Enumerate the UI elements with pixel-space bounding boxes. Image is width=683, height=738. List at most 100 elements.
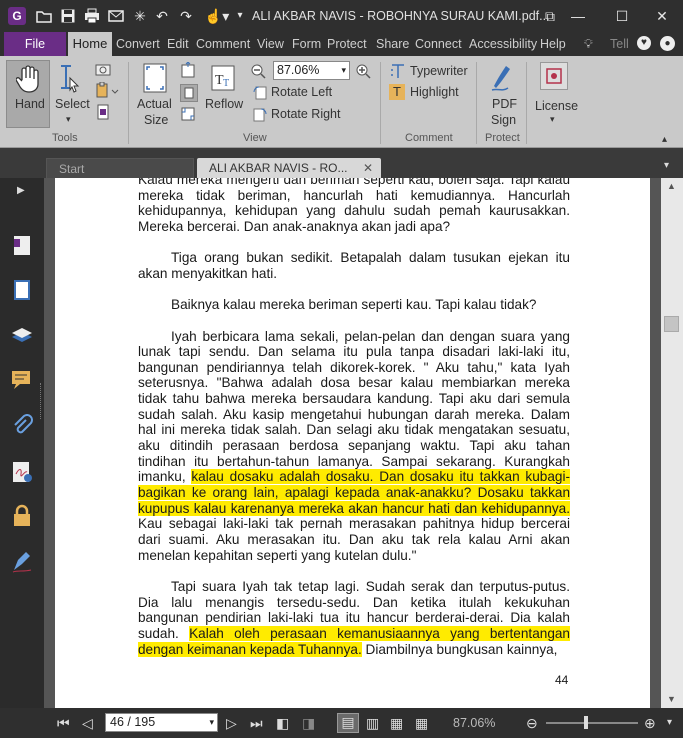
page-dropdown-icon[interactable]: ▾ bbox=[209, 714, 214, 731]
zoom-out-icon[interactable] bbox=[250, 63, 266, 79]
comments-icon[interactable] bbox=[10, 368, 34, 392]
menu-convert[interactable]: Convert bbox=[116, 37, 160, 51]
clipboard-icon[interactable] bbox=[95, 81, 119, 98]
pdf-sign-label-1[interactable]: PDF bbox=[492, 97, 517, 111]
document-view[interactable]: Kalau mereka mengerti dan beriman sepert… bbox=[44, 178, 661, 708]
zoom-slider-track[interactable] bbox=[546, 722, 638, 724]
fit-visible-icon[interactable] bbox=[180, 106, 196, 122]
menu-comment[interactable]: Comment bbox=[196, 37, 250, 51]
menu-protect[interactable]: Protect bbox=[327, 37, 367, 51]
heart-icon[interactable]: ♥ bbox=[637, 36, 651, 50]
highlight-icon[interactable]: T bbox=[389, 84, 405, 100]
menu-share[interactable]: Share bbox=[376, 37, 409, 51]
layers-icon[interactable] bbox=[10, 323, 34, 347]
menu-connect[interactable]: Connect bbox=[415, 37, 462, 51]
close-tab-icon[interactable]: ✕ bbox=[363, 158, 373, 178]
attachments-icon[interactable] bbox=[10, 414, 34, 438]
menu-accessibility[interactable]: Accessibility bbox=[469, 37, 537, 51]
tell-me-input[interactable]: Tell bbox=[610, 37, 629, 51]
menu-file[interactable]: File bbox=[4, 32, 66, 56]
signatures-icon[interactable] bbox=[10, 460, 34, 484]
highlighted-text[interactable]: kalau dosaku adalah dosaku. Dan dosaku i… bbox=[138, 469, 571, 516]
expand-sidebar-icon[interactable]: ▶ bbox=[17, 185, 25, 196]
rotate-left-icon[interactable] bbox=[252, 84, 268, 100]
customize-dropdown-icon[interactable]: ▾ bbox=[232, 8, 248, 24]
save-icon[interactable] bbox=[60, 8, 76, 24]
typewriter-icon[interactable] bbox=[389, 62, 407, 80]
highlight-label[interactable]: Highlight bbox=[410, 85, 459, 99]
zoom-slider-thumb[interactable] bbox=[584, 716, 588, 729]
account-icon[interactable]: ● bbox=[660, 36, 675, 51]
undo-icon[interactable]: ↶ bbox=[154, 8, 170, 24]
snapshot-icon[interactable] bbox=[95, 62, 111, 76]
tab-document[interactable]: ALI AKBAR NAVIS - RO... ✕ bbox=[197, 158, 381, 178]
rotate-right-icon[interactable] bbox=[252, 106, 268, 122]
status-zoom-out-icon[interactable]: ⊖ bbox=[526, 715, 538, 731]
license-dropdown-icon[interactable]: ▾ bbox=[550, 114, 555, 125]
fit-width-icon[interactable] bbox=[180, 84, 198, 102]
next-page-icon[interactable]: ▷ bbox=[226, 715, 237, 731]
sign-pen-icon[interactable] bbox=[10, 550, 34, 574]
scroll-up-icon[interactable]: ▲ bbox=[667, 181, 676, 191]
restore-ribbon-icon[interactable]: ⧉ bbox=[540, 6, 560, 26]
fit-page-icon[interactable] bbox=[180, 61, 196, 78]
sidebar-resize-handle[interactable] bbox=[40, 383, 43, 419]
actual-size-label-1[interactable]: Actual bbox=[137, 97, 172, 111]
select-cursor-icon[interactable] bbox=[58, 64, 82, 94]
collapse-ribbon-icon[interactable]: ▴ bbox=[662, 134, 667, 145]
hand-tool-quick-icon[interactable]: ☝▾ bbox=[204, 8, 230, 24]
pages-icon[interactable] bbox=[10, 233, 34, 257]
zoom-in-icon[interactable] bbox=[355, 63, 371, 79]
menu-edit[interactable]: Edit bbox=[167, 37, 189, 51]
page-number-field[interactable]: 46 / 195 ▾ bbox=[105, 713, 218, 732]
email-icon[interactable] bbox=[108, 8, 124, 24]
previous-page-icon[interactable]: ◁ bbox=[82, 715, 93, 731]
status-zoom-in-icon[interactable]: ⊕ bbox=[644, 715, 656, 731]
actual-size-icon[interactable] bbox=[141, 62, 169, 94]
maximize-button[interactable]: ☐ bbox=[612, 6, 632, 26]
last-page-icon[interactable]: ⏭ bbox=[250, 715, 263, 731]
minimize-button[interactable]: — bbox=[568, 6, 588, 26]
facing-pages-icon[interactable]: ▦ bbox=[390, 715, 403, 731]
vertical-scrollbar[interactable]: ▲ ▼ bbox=[661, 178, 683, 708]
app-logo-icon[interactable]: G bbox=[8, 7, 26, 25]
left-sidebar: ▶ bbox=[0, 178, 44, 708]
redo-icon[interactable]: ↷ bbox=[178, 8, 194, 24]
scroll-down-icon[interactable]: ▼ bbox=[667, 694, 676, 704]
bookmarks-icon[interactable] bbox=[10, 278, 34, 302]
menu-view[interactable]: View bbox=[257, 37, 284, 51]
open-folder-icon[interactable] bbox=[36, 8, 52, 24]
continuous-facing-icon[interactable]: ▦ bbox=[415, 715, 428, 731]
menu-help[interactable]: Help bbox=[540, 37, 566, 51]
single-page-icon[interactable]: ▤ bbox=[337, 713, 359, 733]
actual-size-label-2[interactable]: Size bbox=[144, 113, 168, 127]
menu-form[interactable]: Form bbox=[292, 37, 321, 51]
security-lock-icon[interactable] bbox=[10, 504, 34, 528]
rotate-left-label[interactable]: Rotate Left bbox=[271, 85, 332, 99]
next-view-icon[interactable]: ◨ bbox=[302, 715, 315, 731]
license-icon[interactable] bbox=[540, 62, 568, 90]
reflow-label[interactable]: Reflow bbox=[205, 97, 243, 111]
pdf-sign-label-2[interactable]: Sign bbox=[491, 113, 516, 127]
zoom-select[interactable]: 87.06% ▾ bbox=[273, 61, 350, 80]
close-button[interactable]: ✕ bbox=[652, 6, 672, 26]
license-label[interactable]: License bbox=[535, 99, 578, 113]
tab-start[interactable]: Start bbox=[46, 158, 194, 178]
paste-doc-icon[interactable] bbox=[95, 104, 111, 120]
typewriter-label[interactable]: Typewriter bbox=[410, 64, 468, 78]
scrollbar-thumb[interactable] bbox=[664, 316, 679, 332]
first-page-icon[interactable]: ⏮ bbox=[57, 715, 70, 731]
continuous-page-icon[interactable]: ▥ bbox=[366, 715, 379, 731]
status-menu-icon[interactable]: ▾ bbox=[667, 715, 672, 731]
new-document-icon[interactable]: ✳ bbox=[132, 8, 148, 24]
previous-view-icon[interactable]: ◧ bbox=[276, 715, 289, 731]
select-dropdown-icon[interactable]: ▾ bbox=[66, 114, 71, 125]
menu-home[interactable]: Home bbox=[68, 32, 112, 56]
reflow-icon[interactable]: TT bbox=[210, 64, 236, 92]
zoom-dropdown-icon[interactable]: ▾ bbox=[341, 62, 346, 79]
tab-list-dropdown-icon[interactable]: ▾ bbox=[664, 160, 669, 171]
pdf-sign-icon[interactable] bbox=[490, 62, 516, 92]
print-icon[interactable] bbox=[84, 8, 100, 24]
rotate-right-label[interactable]: Rotate Right bbox=[271, 107, 340, 121]
select-label[interactable]: Select bbox=[55, 97, 90, 111]
